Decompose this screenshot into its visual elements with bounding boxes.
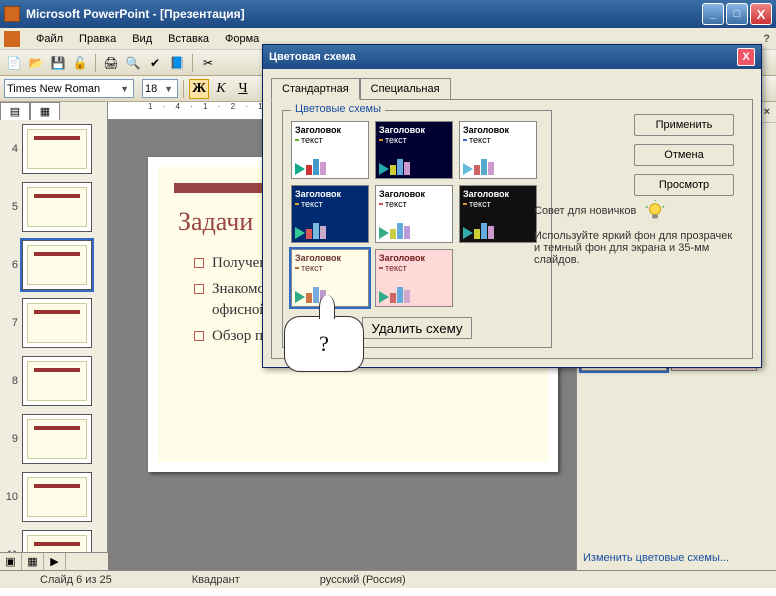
save-icon[interactable]: 💾	[48, 53, 68, 73]
menu-format[interactable]: Форма	[217, 30, 267, 48]
spell-icon[interactable]: ✔	[145, 53, 165, 73]
slide-thumbnail[interactable]	[22, 240, 92, 290]
lightbulb-icon	[644, 200, 666, 222]
font-size-select[interactable]: 18▼	[142, 79, 178, 98]
tab-custom[interactable]: Специальная	[360, 78, 451, 100]
color-scheme-option[interactable]: Заголовок текст	[375, 121, 453, 179]
minimize-button[interactable]: _	[702, 3, 724, 25]
new-icon[interactable]: 📄	[4, 53, 24, 73]
window-title: Microsoft PowerPoint - [Презентация]	[26, 7, 700, 21]
slide-thumbnail[interactable]	[22, 182, 92, 232]
tip-body: Используйте яркий фон для прозрачек и те…	[534, 230, 734, 266]
close-button[interactable]: X	[750, 3, 772, 25]
tab-standard[interactable]: Стандартная	[271, 78, 360, 100]
delete-scheme-button[interactable]: Удалить схему	[362, 317, 472, 339]
titlebar: Microsoft PowerPoint - [Презентация] _ □…	[0, 0, 776, 28]
underline-button[interactable]: Ч	[233, 79, 253, 99]
tip-heading: Совет для новичков	[534, 205, 636, 217]
color-scheme-option[interactable]: Заголовок текст	[291, 185, 369, 243]
menu-edit[interactable]: Правка	[71, 30, 124, 48]
slide-thumbnail[interactable]	[22, 414, 92, 464]
color-scheme-option[interactable]: Заголовок текст	[459, 185, 537, 243]
menu-file[interactable]: Файл	[28, 30, 71, 48]
menu-insert[interactable]: Вставка	[160, 30, 217, 48]
permission-icon[interactable]: 🔓	[70, 53, 90, 73]
help-prompt[interactable]: ?	[763, 33, 770, 45]
sorter-view-icon[interactable]: ▦	[22, 553, 44, 570]
slide-title[interactable]: Задачи	[178, 207, 253, 237]
slides-tab[interactable]: ▦	[30, 102, 60, 120]
apply-button[interactable]: Применить	[634, 114, 734, 136]
dialog-title: Цветовая схема	[269, 51, 356, 63]
doc-icon[interactable]	[4, 31, 20, 47]
slide-panel: ▤ ▦ 4 5 6 7 8 9 10 11	[0, 102, 108, 570]
status-lang: русский (Россия)	[280, 574, 446, 586]
cut-icon[interactable]: ✂	[198, 53, 218, 73]
dialog-close-button[interactable]: X	[737, 48, 755, 66]
callout-bubble: ?	[284, 316, 364, 372]
color-scheme-option[interactable]: Заголовок текст	[459, 121, 537, 179]
status-slide: Слайд 6 из 25	[0, 574, 152, 586]
slideshow-view-icon[interactable]: ▶	[44, 553, 66, 570]
slide-thumbnail[interactable]	[22, 356, 92, 406]
color-scheme-option[interactable]: Заголовок текст	[291, 121, 369, 179]
outline-tab[interactable]: ▤	[0, 102, 30, 120]
preview-button[interactable]: Просмотр	[634, 174, 734, 196]
normal-view-icon[interactable]: ▣	[0, 553, 22, 570]
tip-box: Совет для новичков Используйте яркий фон…	[534, 200, 734, 266]
edit-color-schemes-link[interactable]: Изменить цветовые схемы...	[577, 546, 776, 570]
maximize-button[interactable]: □	[726, 3, 748, 25]
research-icon[interactable]: 📘	[167, 53, 187, 73]
open-icon[interactable]: 📂	[26, 53, 46, 73]
menu-view[interactable]: Вид	[124, 30, 160, 48]
font-name-select[interactable]: Times New Roman▼	[4, 79, 134, 98]
view-buttons: ▣ ▦ ▶	[0, 552, 108, 570]
color-scheme-option[interactable]: Заголовок текст	[375, 185, 453, 243]
bold-button[interactable]: Ж	[189, 79, 209, 99]
status-template: Квадрант	[152, 574, 280, 586]
slide-thumbnail[interactable]	[22, 298, 92, 348]
fieldset-legend: Цветовые схемы	[291, 103, 385, 115]
preview-icon[interactable]: 🔍	[123, 53, 143, 73]
print-icon[interactable]: 🖨	[101, 53, 121, 73]
italic-button[interactable]: К	[211, 79, 231, 99]
cancel-button[interactable]: Отмена	[634, 144, 734, 166]
task-pane-close-icon[interactable]: ×	[764, 106, 770, 118]
status-bar: Слайд 6 из 25 Квадрант русский (Россия)	[0, 570, 776, 588]
color-scheme-option[interactable]: Заголовок текст	[375, 249, 453, 307]
slide-thumbnail[interactable]	[22, 124, 92, 174]
slide-thumbnail[interactable]	[22, 472, 92, 522]
powerpoint-icon	[4, 6, 20, 22]
